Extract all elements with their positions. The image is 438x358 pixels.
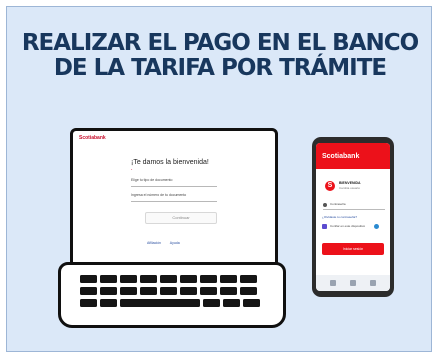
laptop-doc-type-label: Elige tu tipo de documento [131,178,173,182]
key-icon [240,287,257,295]
footer-nav-icon[interactable] [330,280,336,286]
key-icon [140,275,157,283]
key-icon [180,275,197,283]
key-icon [200,287,217,295]
key-icon [203,299,220,307]
laptop-screen: Scotiabank ¡Te damos la bienvenida! * El… [70,128,278,268]
phone-password-field[interactable]: Contraseña [330,202,346,206]
phone-footer [316,275,390,291]
key-icon [120,275,137,283]
key-icon [160,275,177,283]
key-icon [220,287,237,295]
laptop-link-affiliation[interactable]: Afiliación [147,241,161,245]
title-line-1: REALIZAR EL PAGO EN EL BANCO [21,30,419,56]
spacebar-icon [120,299,200,307]
phone-brand-logo: Scotiabank [322,153,360,160]
keyboard-row [80,299,263,307]
key-icon [220,275,237,283]
footer-nav-icon[interactable] [370,280,376,286]
key-icon [80,299,97,307]
key-icon [100,287,117,295]
phone-forgot-password-link[interactable]: ¿Olvidaste tu contraseña? [322,215,357,219]
key-icon [180,287,197,295]
page-title: REALIZAR EL PAGO EN EL BANCO DE LA TARIF… [7,31,433,81]
key-icon [160,287,177,295]
laptop-link-help[interactable]: Ayuda [170,241,180,245]
laptop-welcome-heading: ¡Te damos la bienvenida! [131,159,209,166]
footer-nav-icon[interactable] [350,280,356,286]
key-icon [240,275,257,283]
phone-user-name: BIENVENIDA [339,181,361,185]
key-icon [223,299,240,307]
phone-change-user[interactable]: Cambia usuario [339,186,360,190]
checkbox-icon[interactable] [322,224,327,229]
key-icon [120,287,137,295]
laptop-doc-type-field[interactable] [131,186,217,187]
laptop-required-note: * [131,168,133,172]
info-icon[interactable] [374,224,379,229]
bank-logo-icon: S [325,181,335,191]
laptop-doc-number-label: Ingresa el número de tu documento [131,193,187,197]
key-icon [80,287,97,295]
title-line-2: DE LA TARIFA POR TRÁMITE [53,55,387,81]
key-icon [100,299,117,307]
key-icon [200,275,217,283]
key-icon [140,287,157,295]
phone-header: Scotiabank [316,143,390,169]
phone-trust-device-label: Confiar en este dispositivo [330,224,366,228]
phone: Scotiabank S BIENVENIDA Cambia usuario C… [312,137,394,297]
keyboard-row [80,275,260,283]
laptop-brand-logo: Scotiabank [79,135,106,141]
phone-login-button[interactable]: Iniciar sesión [322,243,384,255]
laptop-footer-links: Afiliación Ayuda [147,241,188,245]
laptop-continue-button[interactable]: Continuar [145,212,217,224]
laptop-doc-number-field[interactable] [131,201,217,202]
key-icon [100,275,117,283]
key-icon [80,275,97,283]
lock-icon [323,203,327,207]
phone-screen: Scotiabank S BIENVENIDA Cambia usuario C… [316,143,390,291]
keyboard-row [80,287,260,295]
phone-password-underline [323,209,385,210]
laptop-keyboard [58,262,286,328]
key-icon [243,299,260,307]
